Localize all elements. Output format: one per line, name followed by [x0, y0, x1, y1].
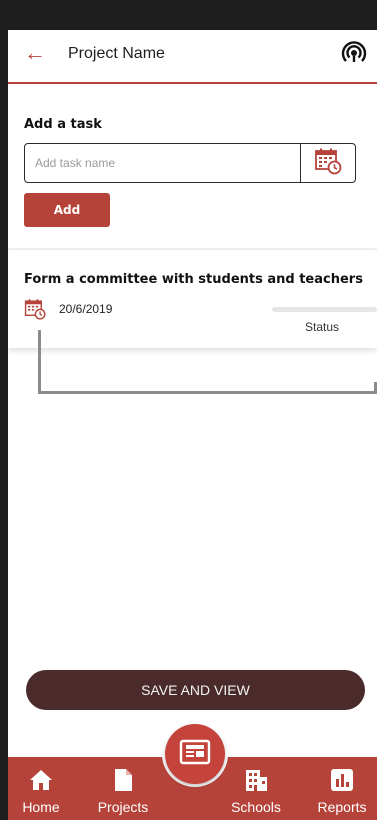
add-task-button[interactable]: Add [24, 193, 110, 227]
add-task-heading: Add a task [24, 117, 102, 132]
app-screen: ← Project Name Add a task Add task name … [8, 0, 377, 820]
newspaper-icon [179, 738, 211, 771]
calendar-button[interactable] [300, 144, 355, 182]
nav-item-home[interactable]: Home [16, 757, 66, 820]
nav-item-schools[interactable]: Schools [223, 757, 289, 820]
building-icon [243, 767, 269, 793]
nav-label-home: Home [22, 799, 60, 815]
task-name-input[interactable] [25, 144, 301, 182]
page-title: Project Name [68, 45, 165, 62]
nav-item-reports[interactable]: Reports [310, 757, 374, 820]
nav-label-reports: Reports [317, 799, 367, 815]
status-bar [8, 0, 377, 30]
nav-label-projects: Projects [97, 799, 149, 815]
task-name: Form a committee with students and teach… [24, 272, 363, 287]
connector-line [38, 330, 377, 394]
save-and-view-button[interactable]: SAVE AND VIEW [26, 670, 365, 710]
home-icon [28, 767, 54, 793]
file-icon [110, 767, 136, 793]
add-task-section: Add a task Add task name Add [8, 86, 377, 248]
calendar-clock-icon [314, 147, 342, 180]
app-bar: ← Project Name [8, 30, 377, 84]
task-date: 20/6/2019 [59, 302, 113, 316]
broadcast-icon[interactable] [341, 40, 367, 66]
status-progress-bar [272, 307, 377, 312]
task-input-wrapper [24, 143, 356, 183]
nav-label-schools: Schools [231, 799, 281, 815]
calendar-clock-icon [24, 298, 46, 320]
arrow-left-icon[interactable]: ← [24, 42, 46, 64]
newspaper-fab-button[interactable] [165, 724, 225, 784]
nav-item-projects[interactable]: Projects [88, 757, 158, 820]
bar-chart-icon [329, 767, 355, 793]
